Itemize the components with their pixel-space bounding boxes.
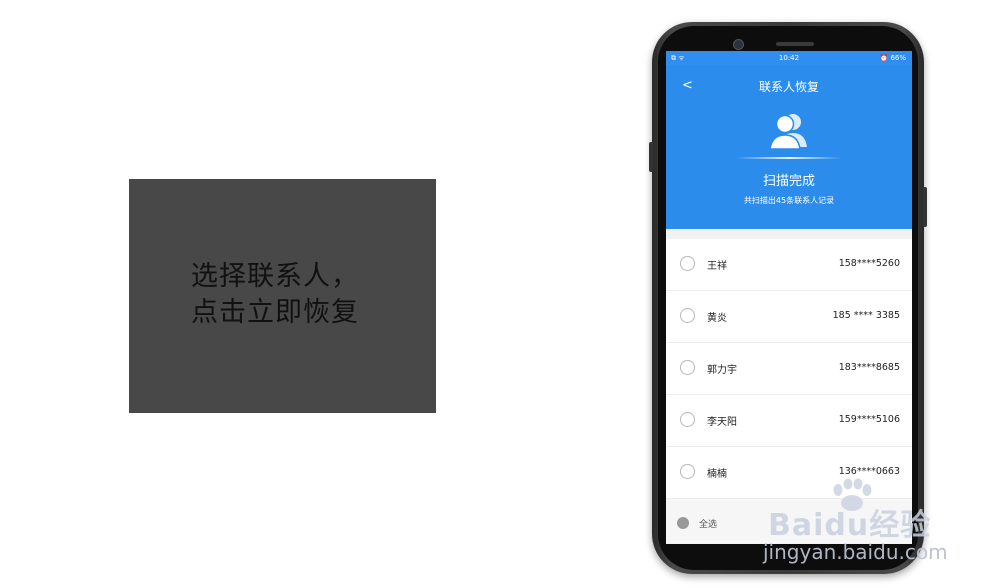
contact-name: 王祥 xyxy=(707,261,727,272)
status-battery: ⏰ 66% xyxy=(879,54,907,62)
contact-row[interactable]: 黄炎 185 **** 3385 xyxy=(666,291,912,343)
earpiece-speaker xyxy=(776,42,814,46)
scan-summary: 共扫描出45条联系人记录 xyxy=(743,196,835,205)
caption-line-1: 选择联系人， xyxy=(191,261,359,292)
contact-name: 郭力宇 xyxy=(707,365,737,376)
contact-phone: 185 **** 3385 xyxy=(832,310,900,321)
status-time: 10:42 xyxy=(778,54,800,62)
baidu-watermark-logo: Baidu经验 xyxy=(768,508,932,543)
contact-phone: 158****5260 xyxy=(838,258,900,269)
caption-box: 选择联系人， 点击立即恢复 xyxy=(129,179,436,413)
contact-row[interactable]: 王祥 158****5260 xyxy=(666,239,912,291)
contact-list: 王祥 158****5260 黄炎 185 **** 3385 郭力宇 183*… xyxy=(666,239,912,499)
status-bar: ⧉ ᯤ 10:42 ⏰ 66% xyxy=(666,51,912,65)
power-button xyxy=(923,187,927,227)
contact-name: 楠楠 xyxy=(707,469,727,480)
select-all-label[interactable]: 全选 xyxy=(699,517,717,530)
scan-status: 扫描完成 xyxy=(762,174,815,189)
contact-phone: 159****5106 xyxy=(838,414,900,425)
caption-line-2: 点击立即恢复 xyxy=(191,297,359,328)
contact-checkbox[interactable] xyxy=(680,256,695,271)
contacts-icon xyxy=(767,111,811,155)
contact-checkbox[interactable] xyxy=(680,464,695,479)
contact-row[interactable]: 郭力宇 183****8685 xyxy=(666,343,912,395)
phone-screen: ⧉ ᯤ 10:42 ⏰ 66% < 联系人恢复 扫描完成 共扫描出45条联系人记… xyxy=(666,51,912,544)
contact-phone: 183****8685 xyxy=(838,362,900,373)
baidu-watermark-url: jingyan.baidu.com xyxy=(763,540,948,564)
contact-checkbox[interactable] xyxy=(680,308,695,323)
contact-phone: 136****0663 xyxy=(838,466,900,477)
contact-name: 李天阳 xyxy=(707,417,737,428)
contact-row[interactable]: 李天阳 159****5106 xyxy=(666,395,912,447)
contact-checkbox[interactable] xyxy=(680,360,695,375)
contact-checkbox[interactable] xyxy=(680,412,695,427)
volume-button xyxy=(649,142,653,172)
front-camera-icon xyxy=(733,39,744,50)
header-divider xyxy=(736,157,842,159)
page-title: 联系人恢复 xyxy=(758,80,819,94)
contact-name: 黄炎 xyxy=(707,313,727,324)
select-all-checkbox[interactable] xyxy=(677,517,689,529)
app-header: < 联系人恢复 扫描完成 共扫描出45条联系人记录 xyxy=(666,65,912,229)
